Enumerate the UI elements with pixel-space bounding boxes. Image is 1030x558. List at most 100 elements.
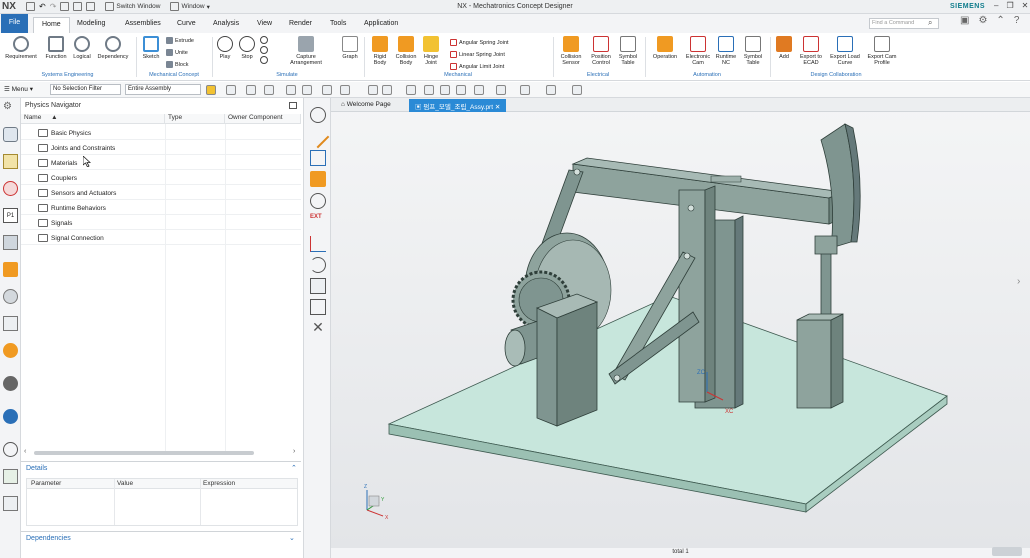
reuse-library-icon[interactable] xyxy=(3,289,18,304)
scroll-left-icon[interactable]: ‹ xyxy=(24,448,26,455)
clock-icon[interactable] xyxy=(3,442,18,457)
selection-filter-dropdown[interactable]: No Selection Filter xyxy=(50,84,121,95)
stop-simulation-icon[interactable] xyxy=(310,193,326,209)
axis-icon[interactable] xyxy=(310,150,326,166)
roles-icon[interactable] xyxy=(3,469,18,484)
scope-dropdown[interactable]: Entire Assembly xyxy=(125,84,201,95)
select-filter-icon[interactable] xyxy=(206,85,216,95)
render-style-icon[interactable] xyxy=(520,85,530,95)
dependencies-header[interactable]: Dependencies ⌄ xyxy=(21,531,301,544)
symbol-table-button[interactable]: Symbol Table xyxy=(617,36,639,66)
body-icon[interactable] xyxy=(368,85,378,95)
search-icon[interactable]: ⌕ xyxy=(928,18,932,28)
capture-arrangement-button[interactable]: Capture Arrangement xyxy=(286,36,326,66)
tab-assembly-part[interactable]: ▣ 펌프_모델_조립_Assy.prt ✕ xyxy=(409,99,507,112)
collision-body-button[interactable]: Collision Body xyxy=(394,36,418,66)
minimize-icon[interactable]: – xyxy=(994,1,998,10)
extrude-button[interactable]: Extrude xyxy=(166,37,194,44)
tree-item-basic-physics[interactable]: Basic Physics xyxy=(38,127,91,139)
maximize-panel-icon[interactable] xyxy=(289,102,297,109)
function-button[interactable]: Function xyxy=(42,36,70,60)
operation-button[interactable]: Operation xyxy=(650,36,680,60)
tab-tools[interactable]: Tools xyxy=(330,17,346,33)
camera-icon[interactable] xyxy=(572,85,582,95)
angular-spring-joint-button[interactable]: Angular Spring Joint xyxy=(450,39,509,46)
save-icon[interactable] xyxy=(310,299,326,315)
tree-item-sensors-and-actuators[interactable]: Sensors and Actuators xyxy=(38,187,116,199)
settings-icon[interactable]: ⚙ xyxy=(978,15,987,26)
angular-limit-joint-button[interactable]: Angular Limit Joint xyxy=(450,63,504,70)
electronic-cam-button[interactable]: Electronic Cam xyxy=(684,36,712,66)
pump-rod[interactable] xyxy=(814,235,838,321)
column-value[interactable]: Value xyxy=(113,480,199,489)
component-icon[interactable] xyxy=(382,85,392,95)
snap-icon[interactable] xyxy=(226,85,236,95)
stop-button[interactable]: Stop xyxy=(238,36,256,60)
runtime-nc-button[interactable]: Runtime NC xyxy=(714,36,738,66)
shaft-bearing-block[interactable] xyxy=(535,293,599,427)
pump-cylinder[interactable] xyxy=(796,313,844,409)
tab-assemblies[interactable]: Assemblies xyxy=(125,17,161,33)
rotate-icon[interactable] xyxy=(440,85,450,95)
runtime-inspector-icon[interactable] xyxy=(3,343,18,358)
curve-icon[interactable] xyxy=(302,85,312,95)
system-navigator-icon[interactable] xyxy=(3,154,18,169)
history-icon[interactable] xyxy=(3,376,18,391)
part-navigator-icon[interactable] xyxy=(3,235,18,250)
position-control-button[interactable]: Position Control xyxy=(587,36,615,66)
automation-symbol-table-button[interactable]: Symbol Table xyxy=(741,36,765,66)
graphics-viewport[interactable]: ⌂ Welcome Page ▣ 펌프_모델_조립_Assy.prt ✕ ZC … xyxy=(331,98,1030,548)
logical-button[interactable]: Logical xyxy=(70,36,94,60)
fit-icon[interactable] xyxy=(406,85,416,95)
column-name[interactable]: Name ▲ xyxy=(21,114,165,124)
point-icon[interactable] xyxy=(286,85,296,95)
sketch-tool-icon[interactable] xyxy=(306,125,330,149)
column-type[interactable]: Type xyxy=(165,114,225,124)
file-tab[interactable]: File xyxy=(1,14,28,33)
scrollbar-thumb[interactable] xyxy=(34,451,254,455)
add-button[interactable]: Add xyxy=(774,36,794,60)
scroll-right-icon[interactable]: › xyxy=(293,448,295,455)
tab-curve[interactable]: Curve xyxy=(177,17,196,33)
web-browser-icon[interactable] xyxy=(3,409,18,424)
navigator-horizontal-scrollbar[interactable]: ‹ › xyxy=(24,448,300,456)
hinge-joint-button[interactable]: Hinge Joint xyxy=(420,36,442,66)
horse-head[interactable] xyxy=(820,123,861,249)
sketch-button[interactable]: Sketch xyxy=(141,36,161,60)
tab-application[interactable]: Application xyxy=(364,17,398,33)
extension-icon[interactable]: EXT xyxy=(310,214,326,230)
play-simulation-icon[interactable] xyxy=(310,107,326,123)
linear-spring-joint-button[interactable]: Linear Spring Joint xyxy=(450,51,505,58)
play-button[interactable]: Play xyxy=(216,36,234,60)
expand-panel-icon[interactable]: › xyxy=(1017,276,1020,287)
tab-render[interactable]: Render xyxy=(289,17,312,33)
column-expression[interactable]: Expression xyxy=(199,480,295,489)
settings-icon[interactable]: ⚙ xyxy=(3,101,18,116)
export-to-ecad-button[interactable]: Export to ECAD xyxy=(797,36,825,66)
refresh-icon[interactable] xyxy=(310,257,326,273)
tools-icon[interactable] xyxy=(3,496,18,511)
tree-item-signal-connection[interactable]: Signal Connection xyxy=(38,232,104,244)
tab-welcome-page[interactable]: ⌂ Welcome Page xyxy=(335,99,397,112)
graph-button[interactable]: Graph xyxy=(340,36,360,60)
export-load-curve-button[interactable]: Export Load Curve xyxy=(828,36,862,66)
show-hide-icon[interactable] xyxy=(546,85,556,95)
tab-home[interactable]: Home xyxy=(33,17,70,33)
collapse-icon[interactable]: ⌃ xyxy=(291,464,297,472)
close-icon[interactable]: ✕ xyxy=(310,320,326,336)
sequence-editor-icon[interactable] xyxy=(3,181,18,196)
tree-item-couplers[interactable]: Couplers xyxy=(38,172,77,184)
tree-item-signals[interactable]: Signals xyxy=(38,217,72,229)
restore-icon[interactable]: ❐ xyxy=(1006,1,1013,10)
section-icon[interactable] xyxy=(496,85,506,95)
dependency-button[interactable]: Dependency xyxy=(95,36,131,60)
details-title[interactable]: Details xyxy=(26,465,47,472)
help-icon[interactable]: ? xyxy=(1014,15,1020,26)
collision-sensor-button[interactable]: Collision Sensor xyxy=(557,36,585,66)
zoom-icon[interactable] xyxy=(424,85,434,95)
rigid-body-icon[interactable] xyxy=(310,171,326,187)
menu-button[interactable]: ☰ Menu ▾ xyxy=(4,85,33,93)
rigid-body-button[interactable]: Rigid Body xyxy=(368,36,392,66)
open-folder-icon[interactable] xyxy=(310,278,326,294)
requirement-button[interactable]: Requirement xyxy=(4,36,38,60)
